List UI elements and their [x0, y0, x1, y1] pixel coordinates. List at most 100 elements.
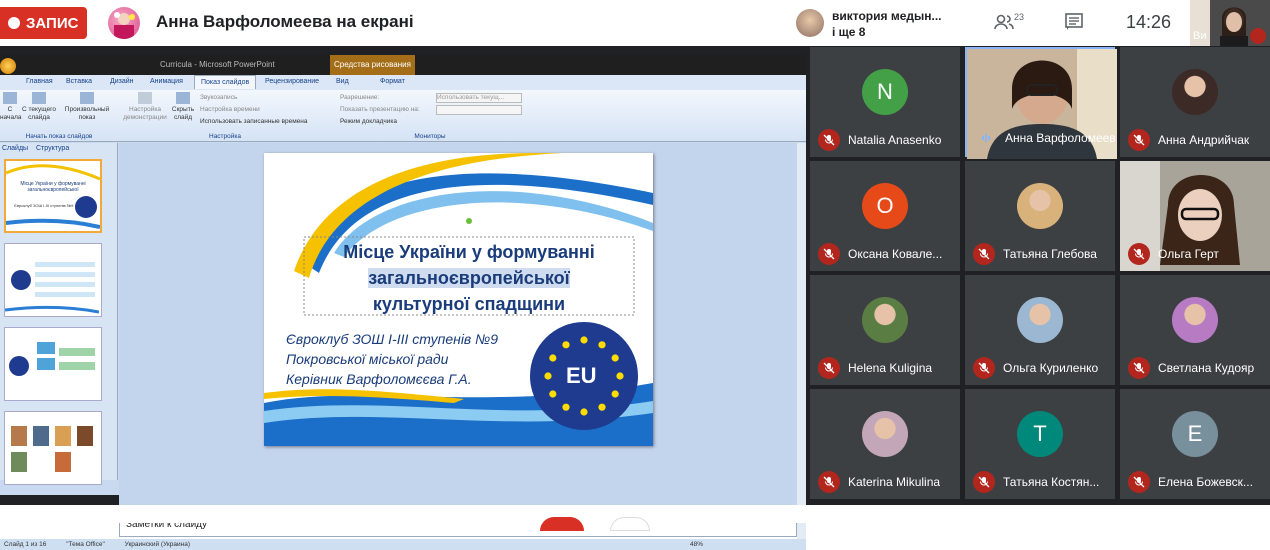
participant-tile[interactable]: Katerina Mikulina — [810, 389, 960, 499]
ppt-title-bar: Curricula - Microsoft PowerPoint Средств… — [0, 55, 806, 75]
participant-tile[interactable]: N Natalia Anasenko — [810, 47, 960, 157]
avatar: Е — [1172, 411, 1218, 457]
participant-name: Ольга Куриленко — [1003, 361, 1099, 375]
presenter-avatar — [108, 7, 140, 39]
rehearse-timings[interactable]: Настройка времени — [200, 106, 260, 114]
participant-name: Katerina Mikulina — [848, 475, 941, 489]
eu-star-icon — [598, 341, 606, 349]
tab-slideshow[interactable]: Показ слайдов — [194, 75, 257, 89]
from-start-button[interactable]: С начала — [0, 92, 21, 122]
slide-thumbnail-4[interactable] — [4, 411, 102, 485]
thumbnail-preview — [11, 426, 93, 472]
mic-muted-icon — [1128, 243, 1150, 265]
group-start-show: Начать показ слайдов — [25, 133, 93, 140]
tab-animation[interactable]: Анимация — [150, 78, 183, 85]
slides-panel: Слайды Структура Місце України у формува… — [0, 143, 118, 485]
participant-tile[interactable]: Helena Kuligina — [810, 275, 960, 385]
participant-tile[interactable]: Ольга Куриленко — [965, 275, 1115, 385]
participant-name: Анна Варфоломеева — [1005, 131, 1115, 145]
office-button[interactable] — [0, 58, 16, 74]
clock: 14:26 — [1126, 12, 1172, 32]
avatar — [1017, 183, 1063, 229]
participant-tile[interactable]: Татьяна Глебова — [965, 161, 1115, 271]
resolution-select[interactable]: Использовать текущ... — [436, 93, 522, 103]
show-on-select[interactable] — [436, 105, 522, 115]
participant-name: Анна Андрийчак — [1158, 133, 1250, 147]
slideshow-icon — [80, 92, 94, 104]
mic-muted-icon — [1128, 357, 1150, 379]
participant-tile[interactable]: Т Татьяна Костян... — [965, 389, 1115, 499]
slide-subtitle: Євроклуб ЗОШ І-ІІІ ступенів №9 Покровськ… — [286, 331, 499, 387]
zoom-level[interactable]: 48% — [690, 539, 703, 550]
record-narration[interactable]: Звукозапись — [200, 94, 237, 102]
slideshow-icon — [32, 92, 46, 104]
avatar — [1172, 297, 1218, 343]
recording-badge[interactable]: ЗАПИС — [0, 7, 87, 39]
participant-name: Елена Божевск... — [1158, 475, 1253, 489]
hide-slide-button[interactable]: Скрыть слайд — [170, 92, 196, 122]
tab-slides[interactable]: Слайды — [2, 145, 28, 152]
participants-button[interactable]: 23 — [994, 12, 1024, 31]
participant-name: Татьяна Глебова — [1003, 247, 1097, 261]
self-mic-muted-icon — [1250, 28, 1266, 44]
mic-muted-icon — [1128, 471, 1150, 493]
bottom-controls — [0, 505, 1270, 531]
participant-tile[interactable]: Е Елена Божевск... — [1120, 389, 1270, 499]
participant-tile[interactable]: Светлана Кудояр — [1120, 275, 1270, 385]
mic-muted-icon — [973, 357, 995, 379]
slides-panel-tabs: Слайды Структура — [0, 143, 118, 155]
participant-tile[interactable]: О Оксана Ковале... — [810, 161, 960, 271]
setup-show-button[interactable]: Настройка демонстрации — [120, 92, 170, 122]
meeting-header-right: 23 14:26 — [972, 0, 1190, 46]
join-notification: виктория медын... і ще 8 — [786, 3, 972, 43]
participant-tile[interactable]: Анна Варфоломеева — [965, 47, 1117, 159]
eu-star-icon — [549, 354, 557, 362]
self-view[interactable]: Ви — [1190, 0, 1270, 46]
participant-tile[interactable]: Анна Андрийчак — [1120, 47, 1270, 157]
ribbon-tabs: Главная Вставка Дизайн Анимация Показ сл… — [0, 75, 806, 90]
svg-text:загальноєвропейської: загальноєвропейської — [27, 186, 79, 193]
current-slide[interactable]: Місце України у формуванні загальноєвроп… — [264, 153, 653, 446]
control-button[interactable] — [610, 517, 650, 531]
tab-review[interactable]: Рецензирование — [265, 78, 319, 85]
end-call-button[interactable] — [540, 517, 584, 531]
presenter-view-checkbox[interactable]: Режим докладчика — [340, 118, 397, 126]
vertical-scrollbar[interactable] — [797, 143, 806, 539]
slide-thumbnail-2[interactable] — [4, 243, 102, 317]
eu-star-icon — [580, 408, 588, 416]
slide-thumbnail-1[interactable]: Місце України у формуванні загальноєвропе… — [4, 159, 102, 233]
eu-star-icon — [611, 354, 619, 362]
notification-name: виктория медын... — [832, 9, 942, 23]
slide-canvas: Місце України у формуванні загальноєвроп… — [119, 143, 797, 510]
tab-design[interactable]: Дизайн — [110, 78, 134, 85]
tab-home[interactable]: Главная — [26, 78, 53, 85]
tab-insert[interactable]: Вставка — [66, 78, 92, 85]
participant-name: Natalia Anasenko — [848, 133, 942, 147]
mic-muted-icon — [818, 129, 840, 151]
custom-show-button[interactable]: Произвольный показ — [60, 92, 114, 122]
tab-format[interactable]: Формат — [380, 78, 405, 85]
participant-name: Татьяна Костян... — [1003, 475, 1100, 489]
eu-star-icon — [562, 403, 570, 411]
eu-star-icon — [580, 336, 588, 344]
slide-thumbnail-3[interactable] — [4, 327, 102, 401]
tab-outline[interactable]: Структура — [36, 145, 69, 152]
use-timings-checkbox[interactable]: Использовать записанные времена — [200, 118, 308, 126]
participant-name: Оксана Ковале... — [848, 247, 943, 261]
slideshow-icon — [3, 92, 17, 104]
mic-muted-icon — [973, 243, 995, 265]
from-current-button[interactable]: С текущего слайда — [22, 92, 56, 122]
mic-muted-icon — [973, 471, 995, 493]
participant-tile[interactable]: Ольга Герт — [1120, 161, 1270, 271]
eu-logo-text: EU — [566, 363, 597, 388]
resolution-label: Разрешение: — [340, 94, 380, 101]
chat-button[interactable] — [1064, 12, 1084, 37]
mic-muted-icon — [818, 243, 840, 265]
eu-star-icon — [616, 372, 624, 380]
participant-name: Helena Kuligina — [848, 361, 933, 375]
self-label: Ви — [1193, 30, 1207, 42]
show-on-label: Показать презентацию на: — [340, 106, 420, 113]
avatar — [1172, 69, 1218, 115]
tab-view[interactable]: Вид — [336, 78, 349, 85]
eu-star-icon — [611, 390, 619, 398]
